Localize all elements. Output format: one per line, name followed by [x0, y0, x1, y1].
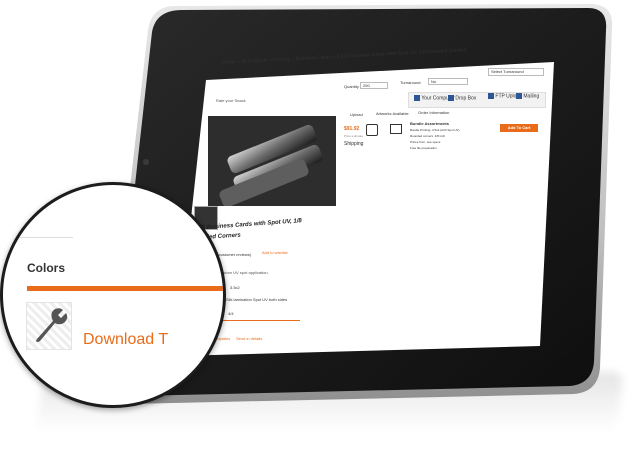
rate-link[interactable]: Rate your Snack	[216, 98, 246, 103]
mail-icon	[516, 93, 522, 99]
spec-value: 4/4	[228, 311, 234, 316]
computer-icon	[414, 95, 420, 101]
shipping-icon	[366, 124, 378, 136]
options-line: Bundle Printing: 3.5x2 (with Spot UV)	[410, 128, 460, 132]
options-line: Rounded corners: 1/8 inch	[410, 134, 446, 138]
turnaround-label: Turnaround	[400, 80, 421, 85]
breadcrumb[interactable]: Home > All Products > Printing > Busines…	[222, 47, 467, 66]
add-to-cart-button[interactable]: Add To Cart	[500, 124, 538, 132]
quantity-label: Quantity	[344, 84, 359, 89]
price-value: $91.92	[344, 126, 360, 132]
options-line: Free file preparation	[410, 146, 437, 150]
upload-option-label: Mailing	[523, 93, 540, 100]
magnifier-divider	[3, 237, 73, 238]
options-title: Bundle Assortments	[410, 121, 449, 126]
upload-option-dropbox[interactable]: Drop Box	[448, 95, 476, 101]
spec-value: Silk lamination Spot UV both sides	[226, 297, 288, 302]
wrench-icon	[26, 302, 72, 350]
tab-artworks[interactable]: Artworks Available	[376, 111, 409, 116]
colors-underline	[27, 286, 223, 291]
tab-order-info[interactable]: Order Information	[418, 110, 449, 115]
turnaround-select[interactable]: No	[428, 78, 468, 85]
upload-option-mail[interactable]: Mailing	[516, 93, 539, 99]
download-templates-link[interactable]: Download T	[83, 331, 168, 349]
magnifier-callout: Colors Download T	[0, 182, 226, 408]
quantity-select[interactable]: 250	[360, 82, 388, 89]
price-note: Price estimate	[344, 134, 364, 138]
print-icon	[390, 124, 402, 134]
options-line: Prices from: see specs	[410, 140, 441, 144]
dropbox-icon	[448, 95, 454, 101]
send-artwork-link[interactable]: Send in details	[236, 336, 262, 341]
delivery-select[interactable]: Select Turnaround	[488, 68, 544, 76]
shipping-label: Shipping	[344, 141, 364, 147]
magnifier-content: Colors Download T	[3, 185, 223, 405]
tab-upload[interactable]: Upload	[350, 112, 363, 117]
spec-value: 3.5x2	[230, 285, 240, 290]
upload-icon	[488, 93, 494, 99]
wishlist-link[interactable]: Add to wishlist	[262, 250, 288, 255]
upload-option-label: Drop Box	[455, 95, 477, 102]
colors-label: Colors	[27, 261, 66, 275]
product-image[interactable]	[208, 116, 336, 206]
